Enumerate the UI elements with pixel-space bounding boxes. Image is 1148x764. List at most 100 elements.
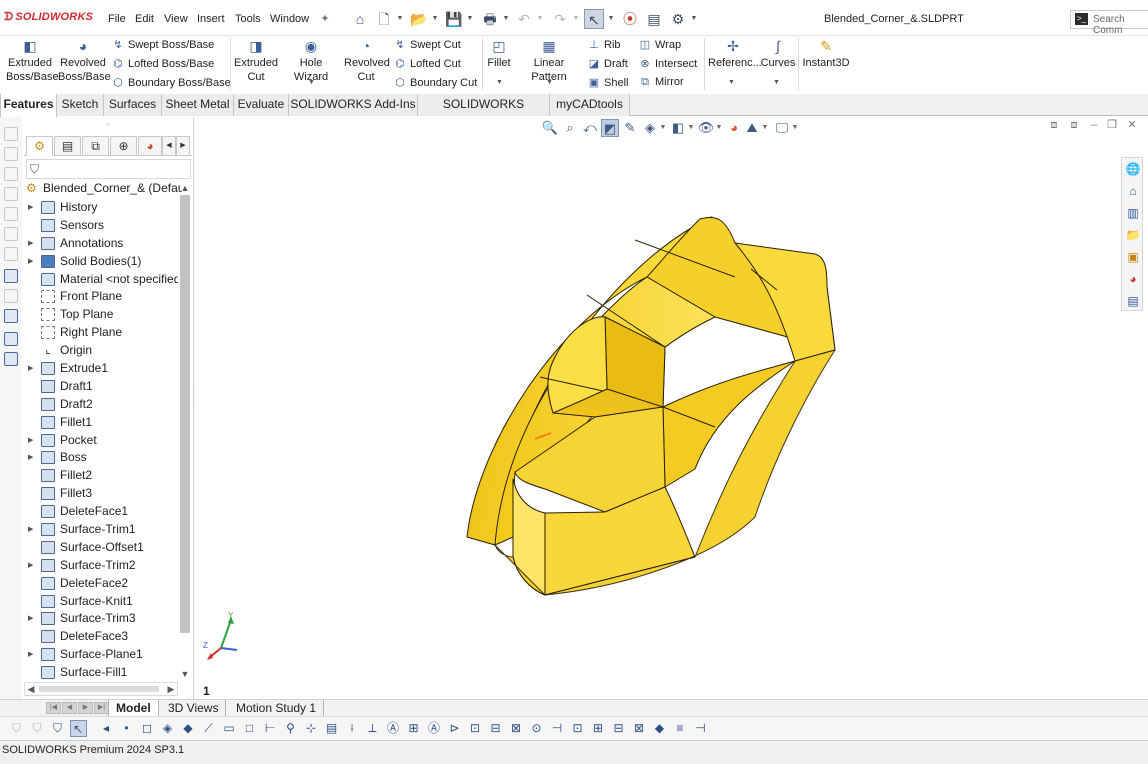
- expand-arrow-icon[interactable]: ▶: [28, 610, 36, 628]
- tab-solidworks-visualize[interactable]: SOLIDWORKS Visualize: [418, 94, 550, 132]
- zoom-to-area-icon[interactable]: ⌕: [561, 119, 579, 137]
- tab-model[interactable]: Model: [108, 700, 159, 717]
- menu-insert[interactable]: Insert: [197, 13, 225, 25]
- tree-node[interactable]: Fillet1: [26, 414, 178, 432]
- tab-features[interactable]: Features: [0, 94, 57, 117]
- draft-button[interactable]: ◪ Draft: [586, 57, 628, 70]
- tree-node[interactable]: Fillet2: [26, 467, 178, 485]
- select-arrow-icon[interactable]: ↖: [584, 9, 604, 29]
- selection-filter-icon[interactable]: ⛉: [8, 720, 25, 737]
- view-palette-icon[interactable]: ▣: [1125, 249, 1141, 265]
- edit-appearance-icon[interactable]: ◕: [725, 119, 743, 137]
- rebuild-traffic-light-icon[interactable]: ⦿: [620, 9, 640, 29]
- minimize-icon[interactable]: –: [1087, 118, 1101, 132]
- expand-arrow-icon[interactable]: ▶: [28, 360, 36, 378]
- file-properties-icon[interactable]: ▤: [644, 9, 664, 29]
- previous-view-icon[interactable]: ⤺: [581, 119, 599, 137]
- graphics-area[interactable]: 🔍 ⌕ ⤺ ◩ ✎ ◈ ▼ ◧ ▼ 👁 ▼ ◕ ⛰ ▼ 🖵 ▼ ⧈ ⧈ – ❐ …: [195, 117, 1148, 700]
- menu-view[interactable]: View: [164, 13, 188, 25]
- tab-motion-study-1[interactable]: Motion Study 1: [229, 700, 325, 717]
- scroll-left-icon[interactable]: ◀: [25, 683, 37, 695]
- swept-boss-button[interactable]: ↯ Swept Boss/Base: [110, 38, 214, 51]
- selection-filter-icon[interactable]: ⊡: [467, 720, 484, 737]
- custom-properties-icon[interactable]: ▤: [1125, 293, 1141, 309]
- hscroll-thumb[interactable]: [39, 686, 159, 692]
- selection-filter-icon[interactable]: ⊟: [487, 720, 504, 737]
- selection-filter-icon[interactable]: ⊞: [405, 720, 422, 737]
- new-document-icon[interactable]: 🗋: [374, 9, 394, 29]
- instant3d-button[interactable]: ✎ Instant3D: [802, 38, 850, 70]
- tree-node[interactable]: Draft1: [26, 378, 178, 396]
- 3d-model-viewport[interactable]: [195, 117, 1148, 700]
- selection-filter-icon[interactable]: ⊠: [508, 720, 525, 737]
- solidworks-logo[interactable]: ᗪ SOLIDWORKS: [4, 11, 93, 24]
- scroll-right-icon[interactable]: ▶: [165, 683, 177, 695]
- tree-node[interactable]: ▶ Surface-Trim1: [26, 521, 178, 539]
- strip-tool-icon[interactable]: [4, 332, 18, 346]
- menu-file[interactable]: File: [108, 13, 126, 25]
- selection-filter-icon[interactable]: ⊟: [610, 720, 627, 737]
- boundary-cut-button[interactable]: ⬡ Boundary Cut: [392, 76, 477, 89]
- search-commands-input[interactable]: >_ Search Comm: [1070, 10, 1148, 36]
- tree-node[interactable]: Right Plane: [26, 324, 178, 342]
- extruded-boss-button[interactable]: ◧ Extruded Boss/Base: [6, 38, 59, 84]
- panel-grip-icon[interactable]: ◦: [106, 120, 109, 129]
- view-orientation-icon[interactable]: ◈: [641, 119, 659, 137]
- open-dropdown-icon[interactable]: ▼: [431, 9, 439, 29]
- tree-node[interactable]: ⌞ Origin: [26, 342, 178, 360]
- tree-horizontal-scrollbar[interactable]: ◀ ▶: [24, 682, 178, 696]
- selection-filter-icon[interactable]: ⊞: [590, 720, 607, 737]
- blended-corner-part[interactable]: [466, 216, 836, 596]
- selection-filter-icon[interactable]: ⊙: [528, 720, 545, 737]
- menu-edit[interactable]: Edit: [135, 13, 154, 25]
- tree-node[interactable]: DeleteFace3: [26, 628, 178, 646]
- save-icon[interactable]: 💾: [444, 9, 464, 29]
- tab-mycadtools[interactable]: myCADtools: [550, 94, 630, 116]
- tree-node[interactable]: ▶ Annotations: [26, 235, 178, 253]
- tree-node[interactable]: Fillet3: [26, 485, 178, 503]
- selection-filter-icon[interactable]: ▭: [221, 720, 238, 737]
- selection-filter-icon[interactable]: ↖: [69, 720, 87, 737]
- strip-tool-icon[interactable]: [4, 187, 18, 201]
- lofted-boss-button[interactable]: ⌬ Lofted Boss/Base: [110, 57, 214, 70]
- window-restore-right-icon[interactable]: ⧈: [1067, 118, 1081, 132]
- last-tab-icon[interactable]: ▶|: [94, 702, 109, 714]
- tree-node[interactable]: Top Plane: [26, 306, 178, 324]
- fillet-button[interactable]: ◰ Fillet: [486, 38, 512, 70]
- selection-filter-icon[interactable]: •: [118, 720, 135, 737]
- selection-filter-icon[interactable]: ⚲: [282, 720, 299, 737]
- strip-tool-icon[interactable]: [4, 167, 18, 181]
- extruded-cut-button[interactable]: ◨ Extruded Cut: [234, 38, 278, 84]
- configuration-manager-tab-icon[interactable]: ⧉: [82, 136, 109, 156]
- print-icon[interactable]: 🖶: [480, 9, 500, 29]
- curves-button[interactable]: ∫ Curves: [760, 38, 796, 70]
- dynamic-annotation-icon[interactable]: ✎: [621, 119, 639, 137]
- feature-manager-tab-icon[interactable]: ⚙: [26, 136, 53, 156]
- prev-tab-icon[interactable]: ◀: [62, 702, 77, 714]
- tree-node[interactable]: Sensors: [26, 217, 178, 235]
- scroll-up-icon[interactable]: ▲: [178, 181, 192, 195]
- display-style-dropdown-icon[interactable]: ▼: [687, 119, 695, 137]
- redo-icon[interactable]: ↷: [550, 9, 570, 29]
- tab-sketch[interactable]: Sketch: [57, 94, 104, 116]
- tree-node[interactable]: DeleteFace2: [26, 575, 178, 593]
- tree-node[interactable]: Surface-Fill1: [26, 664, 178, 682]
- tab-sheet-metal[interactable]: Sheet Metal: [162, 94, 234, 116]
- curves-dropdown-icon[interactable]: ▼: [773, 79, 780, 86]
- view-orientation-dropdown-icon[interactable]: ▼: [659, 119, 667, 137]
- tree-node[interactable]: Front Plane: [26, 288, 178, 306]
- fillet-dropdown-icon[interactable]: ▼: [496, 79, 503, 86]
- select-dropdown-icon[interactable]: ▼: [607, 9, 615, 29]
- reference-dropdown-icon[interactable]: ▼: [728, 79, 735, 86]
- reference-geometry-button[interactable]: ✢ Referenc...: [708, 38, 762, 70]
- appearances-icon[interactable]: ◕: [1125, 271, 1141, 287]
- strip-tool-icon[interactable]: [4, 289, 18, 303]
- swept-cut-button[interactable]: ↯ Swept Cut: [392, 38, 460, 51]
- revolved-boss-button[interactable]: ◕ Revolved Boss/Base: [58, 38, 111, 84]
- view-settings-icon[interactable]: 🖵: [773, 119, 791, 137]
- apply-scene-icon[interactable]: ⛰: [743, 119, 761, 137]
- tree-node[interactable]: Draft2: [26, 396, 178, 414]
- menu-window[interactable]: Window: [270, 13, 309, 25]
- selection-filter-icon[interactable]: ◆: [180, 720, 197, 737]
- tree-node[interactable]: ▶ Surface-Trim3: [26, 610, 178, 628]
